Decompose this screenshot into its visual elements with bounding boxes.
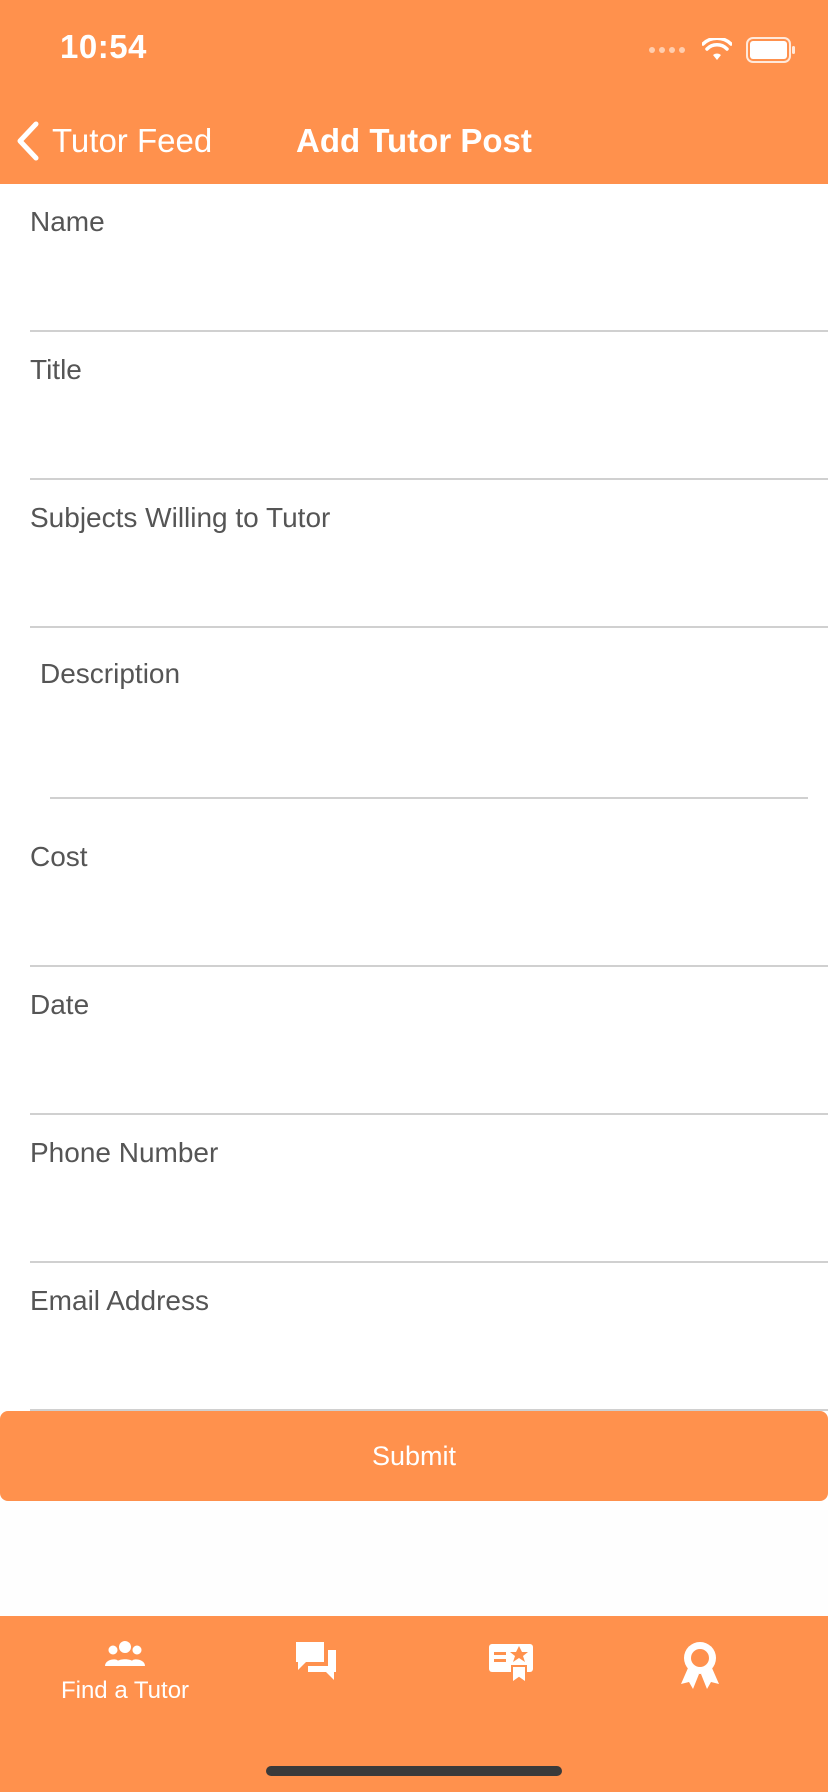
award-ribbon-icon: [681, 1642, 719, 1689]
tab-label-find-a-tutor: Find a Tutor: [60, 1677, 190, 1704]
chat-bubbles-icon: [296, 1642, 336, 1680]
status-time: 10:54: [60, 28, 147, 65]
email-input[interactable]: [30, 1323, 828, 1403]
title-input[interactable]: [30, 392, 828, 472]
home-indicator: [266, 1766, 562, 1776]
field-label-description: Description: [40, 658, 181, 689]
field-description: Description: [0, 628, 828, 800]
field-label-title: Title: [30, 354, 82, 385]
add-tutor-post-screen: 10:54 Tutor Feed Add Tutor Post Name Tit…: [0, 0, 828, 1792]
field-email: Email Address: [0, 1263, 828, 1411]
back-label: Tutor Feed: [52, 122, 213, 159]
certificate-icon: [489, 1644, 533, 1685]
spacer: [0, 1510, 828, 1616]
back-button[interactable]: Tutor Feed: [14, 116, 212, 166]
field-date: Date: [0, 967, 828, 1115]
field-label-phone: Phone Number: [30, 1137, 219, 1168]
submit-button[interactable]: Submit: [0, 1411, 828, 1501]
field-label-email: Email Address: [30, 1285, 209, 1316]
field-cost: Cost: [0, 819, 828, 967]
subjects-input[interactable]: [30, 540, 828, 620]
signal-icon: [649, 47, 685, 53]
divider: [50, 797, 808, 799]
field-label-date: Date: [30, 989, 90, 1020]
page-title: Add Tutor Post: [296, 122, 532, 159]
phone-input[interactable]: [30, 1175, 828, 1255]
battery-icon: [746, 37, 795, 63]
cost-input[interactable]: [30, 879, 828, 959]
tab-awards[interactable]: [600, 1640, 800, 1730]
date-input[interactable]: [30, 1027, 828, 1107]
field-name: Name: [0, 184, 828, 332]
chevron-left-icon: [17, 121, 39, 161]
field-label-name: Name: [30, 206, 105, 237]
tab-find-a-tutor[interactable]: Find a Tutor: [25, 1640, 225, 1730]
people-icon: [105, 1641, 145, 1666]
field-label-cost: Cost: [30, 841, 88, 872]
header-bar: 10:54 Tutor Feed Add Tutor Post: [0, 0, 828, 184]
field-label-subjects: Subjects Willing to Tutor: [30, 502, 331, 533]
tab-messages[interactable]: [216, 1640, 416, 1730]
field-title: Title: [0, 332, 828, 480]
status-icons: [648, 36, 796, 64]
field-subjects: Subjects Willing to Tutor: [0, 480, 828, 628]
name-input[interactable]: [30, 244, 828, 324]
tab-bar: Find a Tutor: [0, 1616, 828, 1792]
field-phone: Phone Number: [0, 1115, 828, 1263]
description-textarea[interactable]: [50, 700, 806, 790]
wifi-icon: [702, 38, 732, 60]
tab-certificates[interactable]: [411, 1640, 611, 1730]
